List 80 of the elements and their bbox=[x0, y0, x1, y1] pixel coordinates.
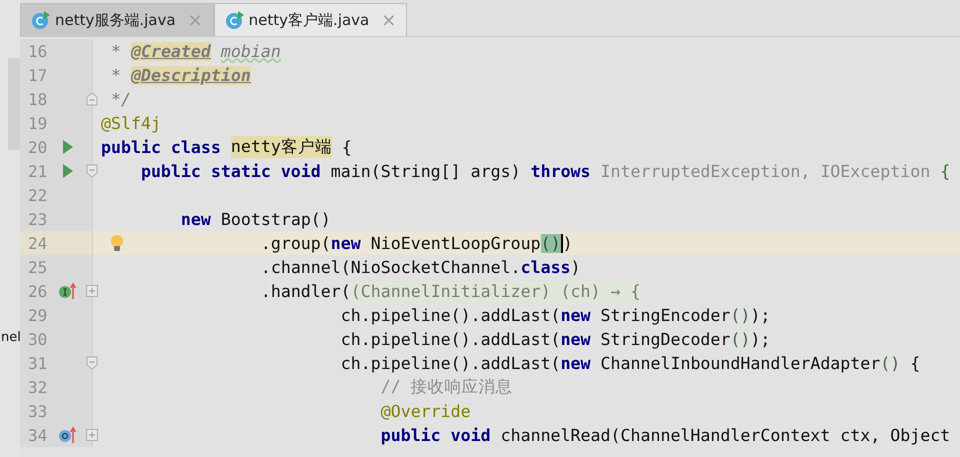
line-number: 17 bbox=[27, 66, 48, 84]
line-number: 31 bbox=[27, 354, 48, 372]
code-text: NioEventLoopGroup bbox=[370, 234, 541, 252]
class-file-icon bbox=[224, 10, 245, 30]
keyword-text: throws bbox=[530, 162, 592, 180]
folded-code-text: (ChannelInitializer) (ch) → { bbox=[350, 282, 640, 300]
bracket-text: { bbox=[940, 162, 950, 180]
line-number: 16 bbox=[27, 42, 48, 60]
line-number: 24 bbox=[27, 234, 48, 252]
class-name-text: netty客户端 bbox=[230, 136, 332, 158]
matched-bracket-text: () bbox=[540, 234, 563, 252]
keyword-text: new bbox=[560, 330, 592, 348]
code-text: ChannelInboundHandlerAdapter bbox=[600, 354, 880, 372]
keyword-text: public void bbox=[380, 426, 492, 444]
doc-comment-text: * bbox=[110, 42, 122, 60]
expand-icon[interactable] bbox=[86, 285, 98, 297]
keyword-text: new bbox=[560, 354, 592, 372]
keyword-text: public class bbox=[101, 138, 222, 156]
run-icon[interactable] bbox=[62, 140, 74, 154]
run-icon[interactable] bbox=[62, 164, 74, 178]
keyword-text: new bbox=[330, 234, 362, 252]
line-number: 25 bbox=[27, 258, 48, 276]
doc-comment-text: * bbox=[110, 66, 122, 84]
line-number: 20 bbox=[27, 138, 48, 156]
code-text: main(String[] args) bbox=[330, 162, 522, 180]
doc-tag-text: @Description bbox=[130, 66, 251, 84]
keyword-text: new bbox=[180, 210, 212, 228]
panel-text: nel bbox=[1, 330, 21, 345]
code-text: .channel(NioSocketChannel. bbox=[260, 258, 521, 276]
line-number: 18 bbox=[27, 90, 48, 108]
code-text: ch.pipeline().addLast( bbox=[340, 306, 561, 324]
doc-comment-text: */ bbox=[110, 90, 131, 108]
line-number: 33 bbox=[27, 402, 48, 420]
file-tab[interactable]: netty客户端.java × bbox=[214, 3, 408, 36]
line-number: 34 bbox=[27, 426, 48, 444]
line-number: 29 bbox=[27, 306, 48, 324]
code-text: ch.pipeline().addLast( bbox=[340, 330, 561, 348]
code-text: Bootstrap() bbox=[220, 210, 331, 228]
code-text: { bbox=[910, 354, 920, 372]
code-text: StringDecoder bbox=[600, 330, 730, 348]
tab-label: netty服务端.java bbox=[55, 10, 176, 30]
class-file-icon bbox=[31, 10, 51, 30]
annotation-text: @Slf4j bbox=[101, 114, 161, 132]
code-text: ) bbox=[562, 234, 573, 252]
fold-icon[interactable] bbox=[86, 164, 98, 178]
line-number: 22 bbox=[27, 186, 48, 204]
overrides-icon[interactable] bbox=[58, 426, 78, 444]
keyword-text: class bbox=[520, 258, 571, 276]
code-text: .handler( bbox=[260, 282, 351, 300]
code-text: StringEncoder bbox=[600, 306, 730, 324]
line-number: 19 bbox=[27, 114, 48, 132]
code-text: { bbox=[342, 138, 352, 156]
line-number: 23 bbox=[27, 210, 48, 228]
code-text: .group( bbox=[260, 234, 331, 252]
annotation-text: @Override bbox=[380, 402, 471, 420]
doc-comment-text: mobian bbox=[220, 42, 281, 60]
fold-icon[interactable] bbox=[86, 356, 98, 370]
expand-icon[interactable] bbox=[86, 429, 98, 441]
code-text: ) bbox=[570, 258, 581, 276]
keyword-text: new bbox=[560, 306, 592, 324]
bracket-text: () bbox=[730, 306, 750, 324]
lightbulb-icon[interactable] bbox=[110, 234, 124, 252]
code-text: ); bbox=[750, 306, 770, 324]
code-text: channelRead(ChannelHandlerContext ctx, Object bbox=[500, 426, 950, 444]
line-number: 26 bbox=[27, 282, 48, 300]
line-number: 30 bbox=[27, 330, 48, 348]
line-number: 32 bbox=[27, 378, 48, 396]
bracket-text: () bbox=[730, 330, 750, 348]
code-text: ); bbox=[750, 330, 770, 348]
tab-label: netty客户端.java bbox=[248, 10, 370, 30]
keyword-text: public static void bbox=[140, 162, 322, 180]
comment-text: // 接收响应消息 bbox=[380, 376, 513, 398]
implements-icon[interactable] bbox=[58, 282, 78, 300]
fold-icon[interactable] bbox=[86, 92, 98, 106]
doc-tag-text: @Created bbox=[130, 42, 211, 60]
file-tab[interactable]: netty服务端.java × bbox=[20, 3, 214, 36]
type-name-text: InterruptedException, IOException bbox=[600, 162, 932, 180]
line-number: 21 bbox=[27, 162, 48, 180]
bracket-text: () bbox=[880, 354, 902, 372]
code-text: ch.pipeline().addLast( bbox=[340, 354, 561, 372]
